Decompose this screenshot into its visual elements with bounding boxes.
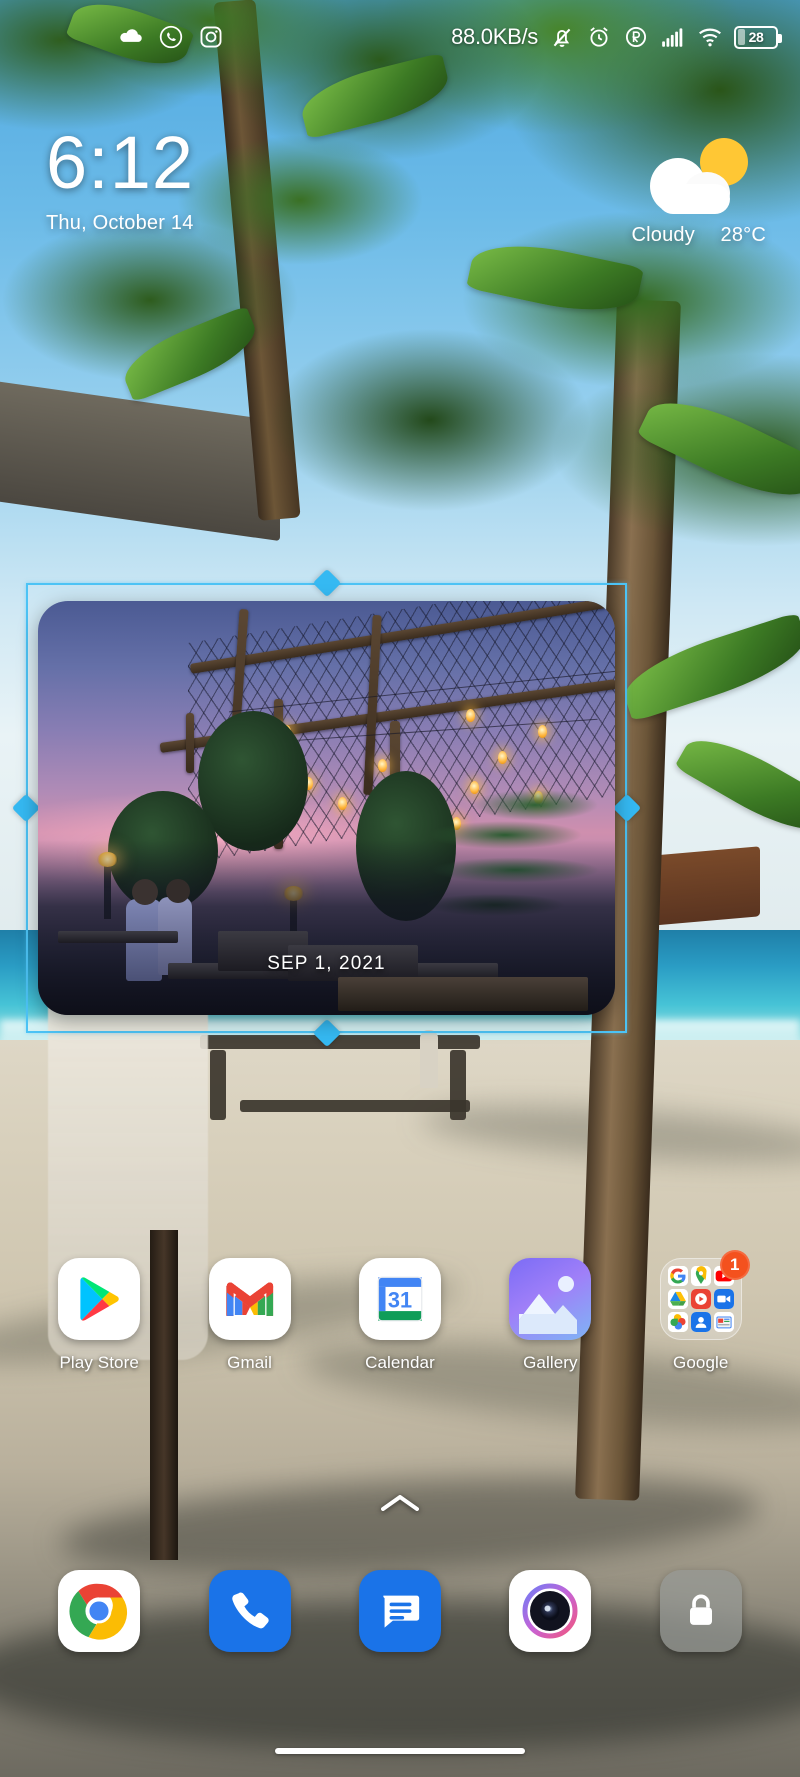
photo-bulb bbox=[378, 759, 387, 772]
phone-icon bbox=[231, 1592, 269, 1629]
weather-condition: Cloudy bbox=[631, 224, 695, 246]
chrome-icon bbox=[69, 1583, 128, 1640]
wallpaper-bench bbox=[200, 1035, 480, 1049]
lock-icon bbox=[689, 1594, 712, 1625]
app-folder-google[interactable]: 1 Google bbox=[640, 1250, 762, 1373]
mute-vibrate-icon bbox=[549, 24, 575, 50]
app-label: Gallery bbox=[523, 1353, 578, 1372]
photo-bulb bbox=[466, 709, 475, 722]
google-maps-icon bbox=[690, 1266, 711, 1286]
partly-cloudy-icon bbox=[644, 136, 754, 214]
chevron-up-icon bbox=[381, 1495, 419, 1511]
play-store-icon bbox=[58, 1258, 141, 1340]
camera-icon bbox=[522, 1583, 578, 1639]
signal-bars-icon bbox=[660, 24, 686, 50]
app-drawer-chevron[interactable] bbox=[0, 1492, 800, 1519]
photo-date-caption: SEP 1, 2021 bbox=[267, 953, 386, 974]
cloud-shape bbox=[657, 184, 730, 214]
clock-time: 6:12 bbox=[46, 121, 195, 204]
status-bar-left-icons bbox=[0, 24, 224, 50]
app-label: Play Store bbox=[59, 1353, 139, 1372]
clock-date: Thu, October 14 bbox=[46, 212, 194, 235]
google-play-movies-icon bbox=[690, 1289, 711, 1309]
app-gmail[interactable]: Gmail bbox=[189, 1258, 311, 1373]
app-gallery[interactable]: Gallery bbox=[489, 1258, 611, 1373]
gesture-pill[interactable] bbox=[275, 1748, 525, 1754]
battery-fill bbox=[737, 29, 745, 45]
wallpaper-bench bbox=[210, 1050, 226, 1120]
dock-lock[interactable] bbox=[659, 1570, 742, 1652]
app-label: Google bbox=[673, 1353, 729, 1372]
weather-summary: Cloudy 28°C bbox=[632, 224, 767, 247]
widget-selection-overlay[interactable]: SEP 1, 2021 bbox=[11, 568, 642, 1048]
app-label: Gmail bbox=[227, 1353, 273, 1372]
weather-temperature: 28°C bbox=[720, 224, 766, 246]
dock-chrome[interactable] bbox=[58, 1570, 141, 1652]
google-contacts-icon bbox=[690, 1312, 711, 1332]
dock-phone[interactable] bbox=[208, 1570, 291, 1652]
cloud-sync-icon bbox=[118, 24, 144, 50]
photo-bulb bbox=[538, 725, 547, 738]
wallpaper-person bbox=[420, 1030, 438, 1088]
gallery-icon bbox=[509, 1258, 592, 1340]
whatsapp-icon bbox=[158, 24, 184, 50]
photo-post bbox=[186, 713, 194, 773]
instagram-icon bbox=[198, 24, 224, 50]
app-play-store[interactable]: Play Store bbox=[38, 1258, 160, 1373]
photo-person-head bbox=[132, 879, 158, 905]
google-photos-icon bbox=[667, 1312, 688, 1332]
calendar-icon: 31 bbox=[358, 1258, 441, 1340]
google-drive-icon bbox=[667, 1289, 688, 1309]
weather-widget[interactable]: Cloudy 28°C bbox=[632, 136, 767, 247]
google-search-icon bbox=[667, 1266, 688, 1286]
google-folder-icon[interactable]: 1 bbox=[659, 1250, 750, 1340]
app-label: Calendar bbox=[365, 1353, 435, 1372]
clock-widget[interactable]: 6:12 Thu, October 14 bbox=[46, 121, 195, 235]
navigation-bar[interactable] bbox=[0, 1725, 800, 1777]
google-meet-icon bbox=[713, 1289, 734, 1309]
wifi-icon bbox=[697, 24, 723, 50]
folder-badge: 1 bbox=[719, 1250, 750, 1280]
wallpaper-bench bbox=[240, 1100, 470, 1112]
network-speed-text: 88.0KB/s bbox=[451, 24, 538, 49]
photo-person-head bbox=[166, 879, 190, 903]
battery-indicator: 28 bbox=[734, 25, 782, 49]
photo-bulb bbox=[338, 797, 347, 810]
google-news-icon bbox=[713, 1312, 734, 1332]
svg-text:31: 31 bbox=[388, 1287, 412, 1312]
gmail-icon bbox=[208, 1258, 291, 1340]
photo-table bbox=[338, 977, 588, 1011]
photo-widget[interactable]: SEP 1, 2021 bbox=[38, 601, 615, 1015]
alarm-icon bbox=[586, 24, 612, 50]
battery-percent-text: 28 bbox=[748, 29, 764, 45]
dock-messages[interactable] bbox=[358, 1570, 441, 1652]
photo-bulb bbox=[498, 751, 507, 764]
dock-camera[interactable] bbox=[509, 1570, 592, 1652]
status-bar[interactable]: 88.0KB/s 28 bbox=[0, 0, 800, 74]
photo-table bbox=[58, 931, 178, 943]
status-bar-right-icons: 88.0KB/s 28 bbox=[451, 24, 800, 50]
dock bbox=[0, 1570, 800, 1652]
registered-r-icon bbox=[623, 24, 649, 50]
app-grid: Play Store Gmail 31 Calendar Gallery 1 G… bbox=[0, 1250, 800, 1373]
messages-icon bbox=[383, 1595, 420, 1628]
app-calendar[interactable]: 31 Calendar bbox=[339, 1258, 461, 1373]
